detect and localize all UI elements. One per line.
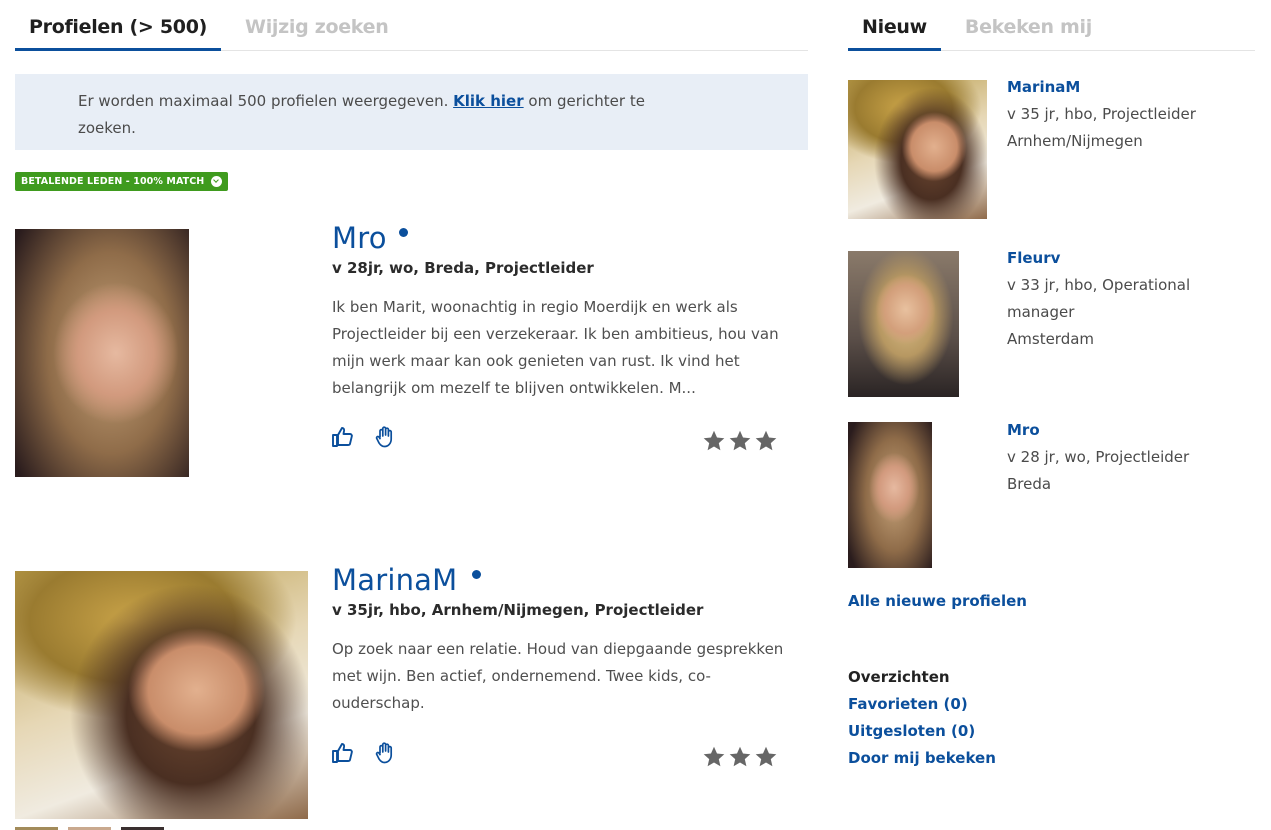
tab-profiles[interactable]: Profielen (> 500) [15, 0, 222, 51]
arrow-down-circle-icon [211, 176, 223, 187]
sidebar-profile-details: v 33 jr, hbo, Operational [1007, 276, 1191, 294]
banner-link[interactable]: Klik hier [453, 92, 524, 110]
tab-edit-search[interactable]: Wijzig zoeken [231, 0, 402, 51]
sidebar-profile-name[interactable]: MarinaM [1007, 78, 1080, 96]
sidebar-profile-details-cont: manager [1007, 303, 1075, 321]
info-banner: Er worden maximaal 500 profielen weergeg… [15, 74, 808, 150]
sidebar-profile-details: v 35 jr, hbo, Projectleider [1007, 105, 1196, 123]
sidebar-profile-name[interactable]: Mro [1007, 421, 1040, 439]
profile-name[interactable]: Mro [332, 221, 387, 255]
profile-meta: v 35jr, hbo, Arnhem/Nijmegen, Projectlei… [332, 601, 704, 619]
thumbs-up-icon[interactable] [331, 741, 355, 765]
sidebar-profile-location: Breda [1007, 475, 1052, 493]
star-icon[interactable] [728, 429, 752, 453]
star-icon[interactable] [702, 745, 726, 769]
sidebar-photo-fleurv[interactable] [848, 251, 959, 397]
viewed-by-me-link[interactable]: Door mij bekeken [848, 749, 996, 767]
excluded-link[interactable]: Uitgesloten (0) [848, 722, 975, 740]
profile-meta: v 28jr, wo, Breda, Projectleider [332, 259, 594, 277]
sidebar-profile-details: v 28 jr, wo, Projectleider [1007, 448, 1190, 466]
sidebar-photo-marinam[interactable] [848, 80, 987, 219]
star-rating[interactable] [702, 429, 778, 453]
all-new-profiles-link[interactable]: Alle nieuwe profielen [848, 592, 1027, 610]
overviews-heading: Overzichten [848, 668, 950, 686]
paying-members-badge[interactable]: BETALENDE LEDEN - 100% MATCH [15, 172, 229, 191]
banner-text: Er worden maximaal 500 profielen weergeg… [78, 92, 454, 110]
sidebar-profile-name[interactable]: Fleurv [1007, 249, 1060, 267]
hand-wave-icon[interactable] [373, 425, 397, 449]
profile-photo-mro[interactable] [15, 229, 189, 477]
badge-label: BETALENDE LEDEN - 100% MATCH [21, 176, 205, 187]
profile-photo-marinam[interactable] [15, 571, 308, 819]
star-rating[interactable] [702, 745, 778, 769]
star-icon[interactable] [728, 745, 752, 769]
thumbs-up-icon[interactable] [331, 425, 355, 449]
tab-new[interactable]: Nieuw [848, 0, 941, 51]
results-tabs: Profielen (> 500) Wijzig zoeken [15, 0, 808, 51]
sidebar-tabs: Nieuw Bekeken mij [848, 0, 1255, 51]
tab-viewed-me[interactable]: Bekeken mij [951, 0, 1106, 51]
sidebar-profile-location: Arnhem/Nijmegen [1007, 132, 1143, 150]
online-indicator [472, 570, 481, 579]
sidebar-photo-mro[interactable] [848, 422, 932, 568]
online-indicator [399, 228, 408, 237]
star-icon[interactable] [754, 429, 778, 453]
profile-description: Op zoek naar een relatie. Houd van diepg… [332, 640, 784, 712]
star-icon[interactable] [754, 745, 778, 769]
profile-name[interactable]: MarinaM [332, 563, 457, 597]
sidebar-profile-location: Amsterdam [1007, 330, 1095, 348]
favorites-link[interactable]: Favorieten (0) [848, 695, 968, 713]
star-icon[interactable] [702, 429, 726, 453]
profile-description: Ik ben Marit, woonachtig in regio Moerdi… [332, 298, 779, 397]
hand-wave-icon[interactable] [373, 741, 397, 765]
